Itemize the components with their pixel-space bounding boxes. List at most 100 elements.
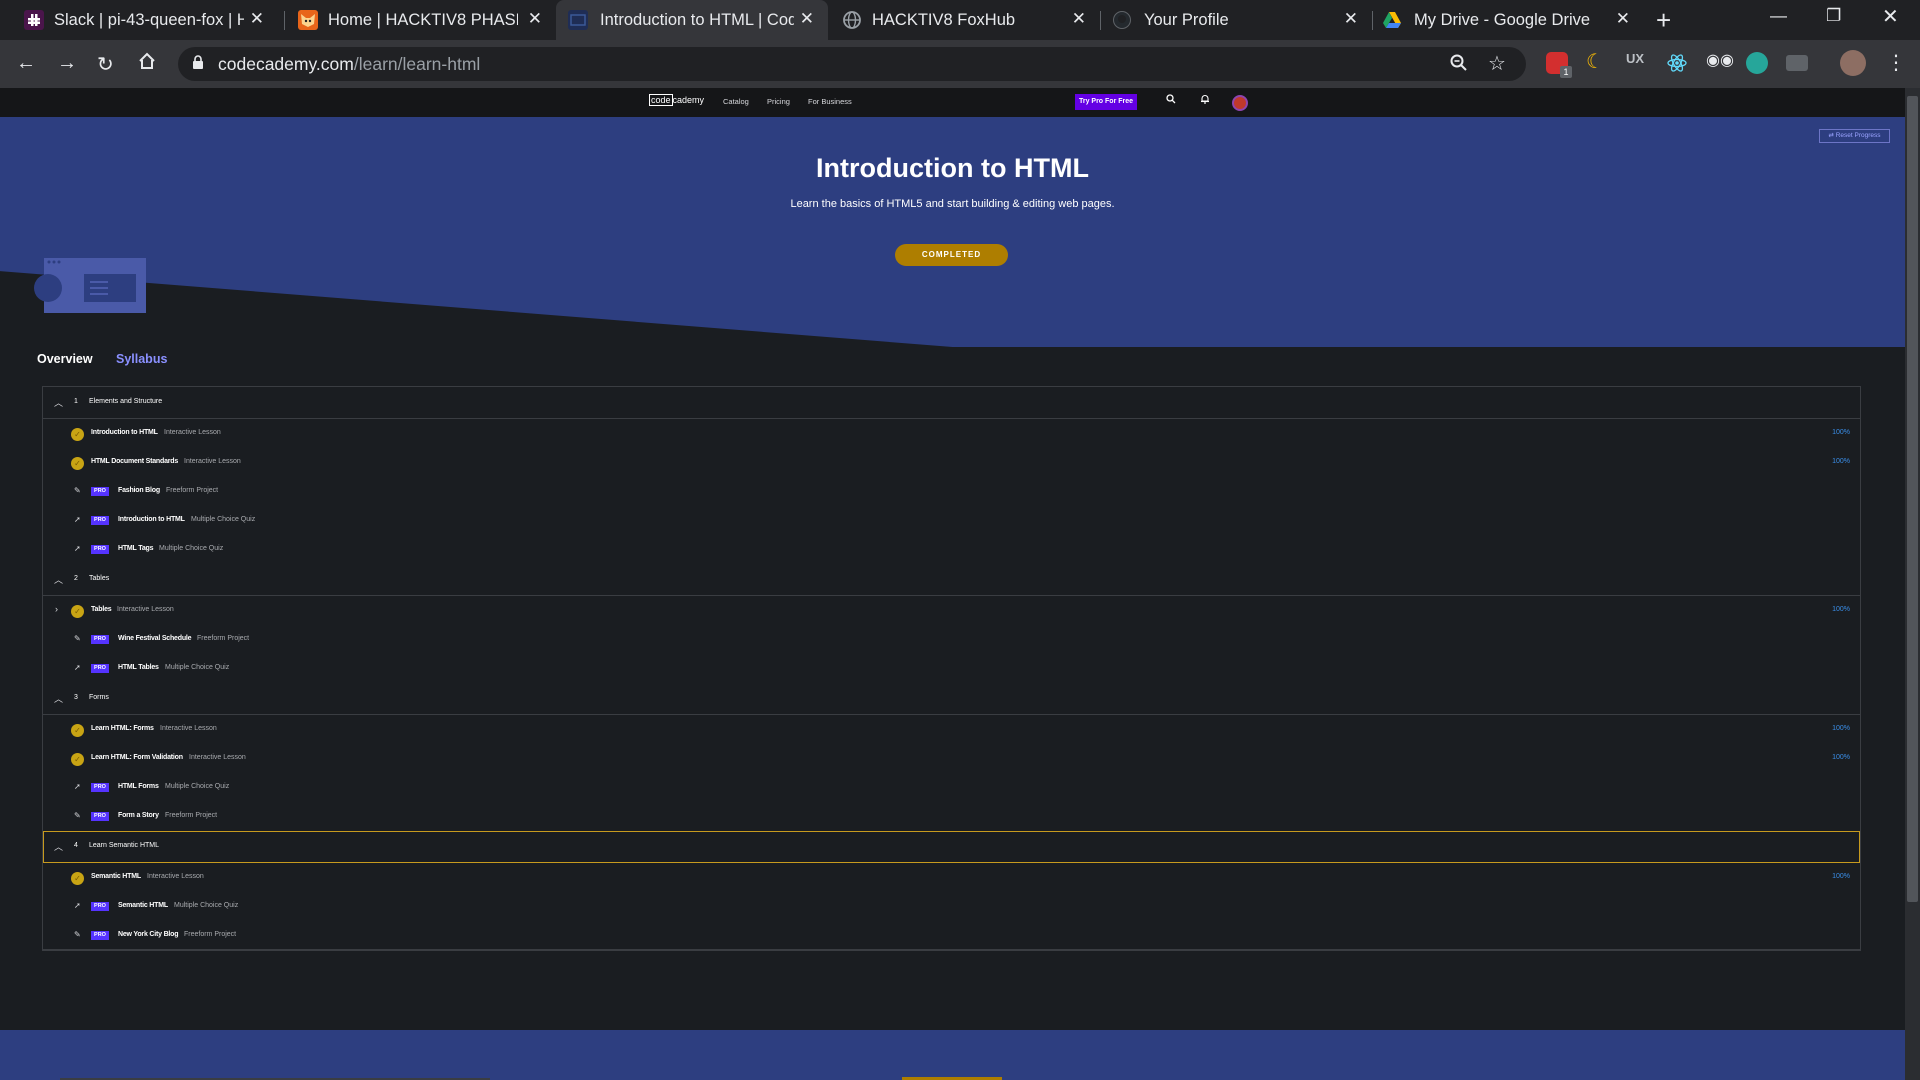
chevron-up-icon[interactable]: ︿: [54, 396, 63, 409]
reload-icon[interactable]: ↻: [97, 52, 114, 77]
item-name[interactable]: HTML Forms: [118, 783, 159, 790]
syllabus-item[interactable]: ✎ PRO New York City Blog Freeform Project: [43, 921, 1860, 950]
user-avatar[interactable]: [1232, 95, 1248, 111]
item-type: Freeform Project: [184, 931, 237, 938]
zoom-icon[interactable]: [1450, 54, 1468, 77]
close-icon[interactable]: ✕: [800, 9, 814, 29]
item-name[interactable]: HTML Tags: [118, 545, 153, 552]
minimize-button[interactable]: —: [1770, 6, 1787, 26]
syllabus-item[interactable]: › ✓ Tables Interactive Lesson 100%: [43, 596, 1860, 625]
github-icon: [1112, 10, 1132, 30]
item-name[interactable]: Learn HTML: Forms: [91, 725, 154, 732]
close-icon[interactable]: ✕: [1072, 9, 1086, 29]
search-icon[interactable]: [1166, 94, 1176, 107]
chevron-up-icon[interactable]: ︿: [54, 692, 63, 705]
course-title: Introduction to HTML: [816, 153, 1089, 183]
bookmark-star-icon[interactable]: ☆: [1488, 51, 1506, 76]
pro-badge: PRO: [91, 931, 109, 940]
profile-avatar[interactable]: [1840, 50, 1866, 76]
close-icon[interactable]: ✕: [1616, 9, 1630, 29]
nav-link-catalog[interactable]: Catalog: [723, 97, 749, 106]
module-header[interactable]: ︿ 2 Tables: [43, 564, 1860, 596]
module-header[interactable]: ︿ 4 Learn Semantic HTML: [43, 831, 1860, 863]
item-name[interactable]: Wine Festival Schedule: [118, 635, 192, 642]
new-tab-button[interactable]: +: [1656, 5, 1671, 36]
item-name[interactable]: Introduction to HTML: [118, 516, 185, 523]
item-name[interactable]: Semantic HTML: [118, 902, 168, 909]
module-number: 4: [74, 842, 78, 849]
item-type: Freeform Project: [166, 487, 219, 494]
syllabus-item[interactable]: ✓ Semantic HTML Interactive Lesson 100%: [43, 863, 1860, 892]
syllabus-item[interactable]: ✎ PRO Fashion Blog Freeform Project: [43, 477, 1860, 506]
teal-extension-icon[interactable]: [1746, 52, 1768, 74]
dark-mode-extension-icon[interactable]: ☾: [1586, 49, 1608, 73]
quiz-icon: ➚: [74, 515, 81, 524]
item-name[interactable]: Learn HTML: Form Validation: [91, 754, 183, 761]
syllabus-item[interactable]: ✓ Learn HTML: Forms Interactive Lesson 100%: [43, 715, 1860, 744]
project-icon: ✎: [74, 634, 81, 643]
ux-extension-icon[interactable]: UX: [1626, 51, 1648, 73]
syllabus-item[interactable]: ➚ PRO HTML Tables Multiple Choice Quiz: [43, 654, 1860, 683]
browser-tab-foxhub[interactable]: HACKTIV8 FoxHub ✕: [830, 0, 1100, 40]
browser-tab-slack[interactable]: Slack | pi-43-queen-fox | Hac ✕: [8, 0, 278, 40]
quiz-icon: ➚: [74, 901, 81, 910]
close-window-button[interactable]: ✕: [1882, 4, 1899, 29]
pro-badge: PRO: [91, 812, 109, 821]
syllabus-item[interactable]: ✎ PRO Form a Story Freeform Project: [43, 802, 1860, 831]
bell-icon[interactable]: [1200, 94, 1210, 107]
browser-menu-icon[interactable]: ⋮: [1886, 50, 1906, 75]
browser-tab-hacktiv8[interactable]: Home | HACKTIV8 PHASE 0 D ✕: [286, 0, 556, 40]
check-circle-icon: ✓: [71, 753, 84, 766]
browser-tab-codecademy[interactable]: Introduction to HTML | Code ✕: [556, 0, 828, 40]
browser-tab-drive[interactable]: My Drive - Google Drive ✕: [1374, 0, 1644, 40]
item-name[interactable]: Semantic HTML: [91, 873, 141, 880]
nav-link-pricing[interactable]: Pricing: [767, 97, 790, 106]
item-type: Multiple Choice Quiz: [191, 516, 256, 523]
item-name[interactable]: Tables: [91, 606, 112, 613]
syllabus-item[interactable]: ✓ Introduction to HTML Interactive Lesson 1…: [43, 419, 1860, 448]
nav-link-for-business[interactable]: For Business: [808, 97, 852, 106]
close-icon[interactable]: ✕: [1344, 9, 1358, 29]
restore-button[interactable]: ❐: [1826, 6, 1841, 26]
pro-badge: PRO: [91, 635, 109, 644]
syllabus-item[interactable]: ➚ PRO Introduction to HTML Multiple Choice …: [43, 506, 1860, 535]
spy-extension-icon[interactable]: ◉◉: [1706, 50, 1734, 72]
syllabus-item[interactable]: ✓ Learn HTML: Form Validation Interactive …: [43, 744, 1860, 773]
item-name[interactable]: Fashion Blog: [118, 487, 160, 494]
syllabus-item[interactable]: ✎ PRO Wine Festival Schedule Freeform Proje…: [43, 625, 1860, 654]
syllabus-item[interactable]: ➚ PRO HTML Forms Multiple Choice Quiz: [43, 773, 1860, 802]
item-type: Freeform Project: [197, 635, 250, 642]
home-icon[interactable]: [138, 52, 156, 76]
item-name[interactable]: Form a Story: [118, 812, 159, 819]
syllabus-item[interactable]: ➚ PRO HTML Tags Multiple Choice Quiz: [43, 535, 1860, 564]
cast-extension-icon[interactable]: [1786, 55, 1808, 71]
chevron-right-icon[interactable]: ›: [55, 604, 58, 614]
syllabus-item[interactable]: ➚ PRO Semantic HTML Multiple Choice Quiz: [43, 892, 1860, 921]
browser-tab-github[interactable]: Your Profile ✕: [1102, 0, 1372, 40]
progress-percent: 100%: [1832, 606, 1850, 613]
item-name[interactable]: HTML Tables: [118, 664, 159, 671]
react-devtools-icon[interactable]: [1666, 52, 1688, 74]
module-number: 3: [74, 694, 78, 701]
tab-overview[interactable]: Overview: [37, 352, 93, 366]
close-icon[interactable]: ✕: [528, 9, 542, 29]
close-icon[interactable]: ✕: [250, 9, 264, 29]
back-icon[interactable]: ←: [16, 52, 36, 75]
scrollbar-thumb[interactable]: [1907, 96, 1918, 902]
chevron-up-icon[interactable]: ︿: [54, 840, 63, 853]
reset-progress-button[interactable]: ⇄ Reset Progress: [1819, 129, 1890, 143]
syllabus-item[interactable]: ✓ HTML Document Standards Interactive Less…: [43, 448, 1860, 477]
pro-badge: PRO: [91, 487, 109, 496]
tab-syllabus[interactable]: Syllabus: [116, 352, 167, 366]
codecademy-logo[interactable]: code cademy: [649, 94, 704, 106]
item-name[interactable]: Introduction to HTML: [91, 429, 158, 436]
module-header[interactable]: ︿ 1 Elements and Structure: [43, 387, 1860, 419]
address-bar[interactable]: codecademy.com/learn/learn-html ☆: [178, 47, 1526, 81]
try-pro-button[interactable]: Try Pro For Free: [1075, 94, 1137, 110]
module-header[interactable]: ︿ 3 Forms: [43, 683, 1860, 715]
browser-window-illustration: [34, 258, 146, 313]
chevron-up-icon[interactable]: ︿: [54, 573, 63, 586]
item-name[interactable]: HTML Document Standards: [91, 458, 178, 465]
forward-icon[interactable]: →: [57, 52, 77, 75]
item-name[interactable]: New York City Blog: [118, 931, 179, 938]
